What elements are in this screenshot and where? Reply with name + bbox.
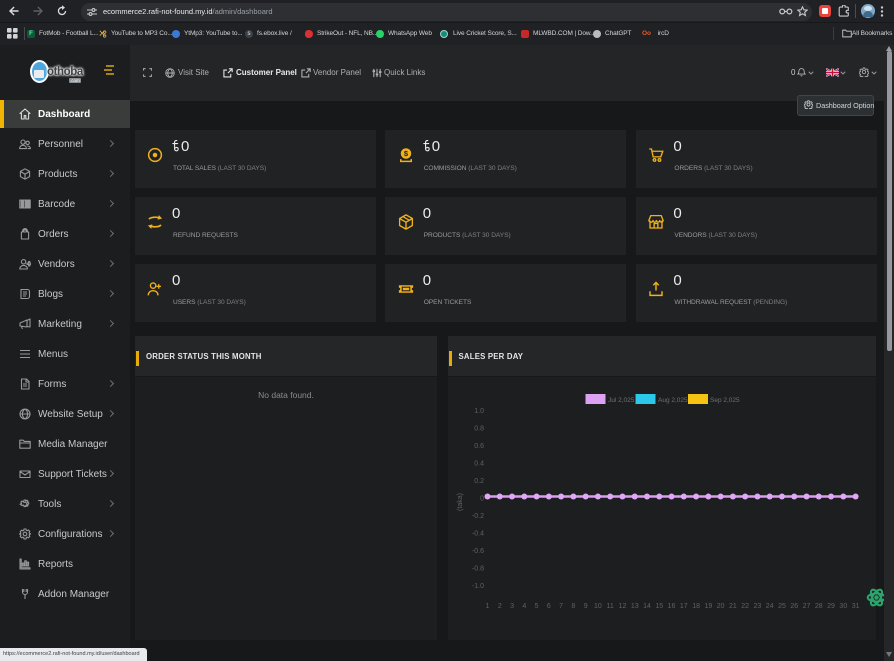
svg-text:6: 6 bbox=[546, 603, 550, 610]
svg-text:5: 5 bbox=[534, 603, 538, 610]
svg-text:23: 23 bbox=[753, 603, 761, 610]
svg-text:20: 20 bbox=[716, 603, 724, 610]
svg-text:26: 26 bbox=[790, 603, 798, 610]
svg-text:21: 21 bbox=[729, 603, 737, 610]
svg-text:31: 31 bbox=[851, 603, 859, 610]
svg-text:0.8: 0.8 bbox=[474, 426, 484, 433]
svg-text:4: 4 bbox=[522, 603, 526, 610]
svg-text:0.6: 0.6 bbox=[474, 443, 484, 450]
svg-text:(taka): (taka) bbox=[457, 493, 464, 511]
svg-text:8: 8 bbox=[571, 603, 575, 610]
svg-text:15: 15 bbox=[655, 603, 663, 610]
svg-text:-0.6: -0.6 bbox=[471, 548, 483, 555]
svg-text:3: 3 bbox=[510, 603, 514, 610]
svg-text:13: 13 bbox=[630, 603, 638, 610]
svg-text:16: 16 bbox=[667, 603, 675, 610]
svg-text:12: 12 bbox=[618, 603, 626, 610]
svg-text:19: 19 bbox=[704, 603, 712, 610]
svg-text:-0.4: -0.4 bbox=[471, 531, 483, 538]
svg-text:22: 22 bbox=[741, 603, 749, 610]
svg-text:Sep 2,025: Sep 2,025 bbox=[710, 397, 740, 404]
svg-text:18: 18 bbox=[692, 603, 700, 610]
svg-text:-0.2: -0.2 bbox=[471, 513, 483, 520]
svg-text:0.2: 0.2 bbox=[474, 478, 484, 485]
svg-text:7: 7 bbox=[559, 603, 563, 610]
svg-text:-1.0: -1.0 bbox=[471, 583, 483, 590]
svg-text:-0.8: -0.8 bbox=[471, 566, 483, 573]
svg-text:10: 10 bbox=[594, 603, 602, 610]
svg-text:17: 17 bbox=[679, 603, 687, 610]
svg-text:30: 30 bbox=[839, 603, 847, 610]
svg-text:9: 9 bbox=[583, 603, 587, 610]
svg-text:11: 11 bbox=[606, 603, 613, 610]
svg-text:25: 25 bbox=[778, 603, 786, 610]
svg-text:Aug 2,025: Aug 2,025 bbox=[658, 397, 688, 404]
svg-text:0.4: 0.4 bbox=[474, 461, 484, 468]
svg-text:2: 2 bbox=[497, 603, 501, 610]
svg-text:29: 29 bbox=[827, 603, 835, 610]
svg-text:28: 28 bbox=[814, 603, 822, 610]
svg-text:27: 27 bbox=[802, 603, 810, 610]
svg-text:Jul 2,025: Jul 2,025 bbox=[608, 397, 635, 404]
svg-text:1: 1 bbox=[485, 603, 489, 610]
svg-text:24: 24 bbox=[765, 603, 773, 610]
svg-text:14: 14 bbox=[643, 603, 651, 610]
svg-text:1.0: 1.0 bbox=[474, 408, 484, 415]
svg-text:0: 0 bbox=[480, 496, 484, 503]
